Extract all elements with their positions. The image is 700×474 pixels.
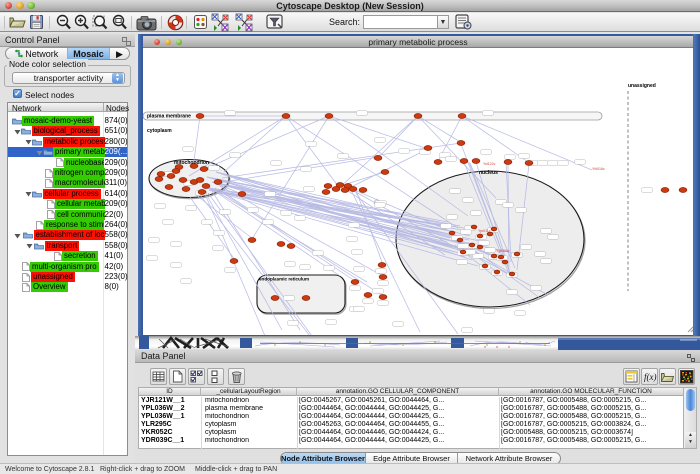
svg-text:Ygl080w: Ygl080w	[496, 249, 510, 253]
svg-text:f(x): f(x)	[644, 372, 657, 382]
svg-text:endoplasmic reticulum: endoplasmic reticulum	[259, 277, 309, 282]
svg-text:Yol122c: Yol122c	[483, 162, 496, 166]
svg-text:plasma membrane: plasma membrane	[147, 113, 191, 119]
svg-text:nucleus: nucleus	[479, 170, 498, 176]
svg-text:cytoplasm: cytoplasm	[147, 128, 172, 134]
svg-text:Yhl016c: Yhl016c	[592, 167, 605, 171]
svg-text:Ypr011c: Ypr011c	[478, 229, 491, 233]
svg-text:unassigned: unassigned	[628, 83, 656, 89]
svg-text:mitochondrion: mitochondrion	[174, 160, 209, 166]
